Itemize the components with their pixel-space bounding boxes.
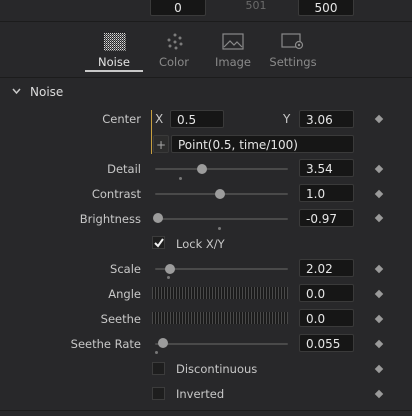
- contrast-keyframe-icon[interactable]: [374, 189, 384, 199]
- discontinuous-keyframe-icon[interactable]: [374, 364, 384, 374]
- detail-label: Detail: [107, 162, 141, 176]
- center-y-label: Y: [283, 112, 291, 126]
- noise-icon: [104, 33, 126, 51]
- tab-image[interactable]: Image: [204, 30, 262, 72]
- tab-noise[interactable]: Noise: [85, 30, 143, 72]
- detail-keyframe-icon[interactable]: [374, 164, 384, 174]
- detail-value-field[interactable]: 3.54: [299, 159, 354, 177]
- tab-image-label: Image: [214, 55, 252, 69]
- contrast-value-field[interactable]: 1.0: [299, 184, 354, 202]
- center-y-field[interactable]: 3.06: [299, 110, 354, 128]
- center-accent-bar: [151, 110, 152, 154]
- detail-slider-track[interactable]: [155, 168, 288, 170]
- brightness-slider-knob[interactable]: [153, 213, 163, 223]
- brightness-value-field[interactable]: -0.97: [299, 209, 354, 227]
- brightness-label: Brightness: [79, 212, 141, 226]
- seethe-rate-value-field[interactable]: 0.055: [299, 334, 354, 352]
- active-tab-underline: [85, 70, 143, 72]
- seethe-label: Seethe: [100, 312, 141, 326]
- inverted-checkbox[interactable]: [152, 387, 165, 400]
- divider-top: [0, 21, 412, 22]
- brightness-default-mark: [218, 227, 221, 230]
- brightness-slider-track[interactable]: [155, 218, 288, 220]
- image-icon: [222, 33, 244, 50]
- checkmark-icon: [154, 238, 164, 248]
- inverted-label: Inverted: [176, 387, 225, 401]
- angle-label: Angle: [108, 287, 141, 301]
- expression-field[interactable]: Point(0.5, time/100): [171, 135, 354, 153]
- angle-keyframe-icon[interactable]: [374, 289, 384, 299]
- seethe-rate-keyframe-icon[interactable]: [374, 339, 384, 349]
- scale-slider-knob[interactable]: [165, 264, 175, 274]
- expression-plus-button[interactable]: +: [153, 135, 169, 153]
- section-header-noise[interactable]: Noise: [0, 82, 412, 102]
- top-left-field[interactable]: 0: [150, 0, 206, 16]
- center-x-label: X: [155, 112, 164, 126]
- center-x-field[interactable]: 0.5: [170, 110, 224, 128]
- seethe-rate-default-mark: [155, 351, 158, 354]
- chevron-down-icon: [12, 88, 21, 95]
- contrast-slider-knob[interactable]: [215, 189, 225, 199]
- tab-color-label: Color: [158, 55, 190, 69]
- seethe-rate-slider-knob[interactable]: [158, 338, 168, 348]
- detail-default-mark: [179, 177, 182, 180]
- divider-bottom: [0, 410, 412, 411]
- scale-label: Scale: [110, 262, 141, 276]
- angle-value-field[interactable]: 0.0: [299, 284, 354, 302]
- seethe-keyframe-icon[interactable]: [374, 314, 384, 324]
- seethe-thumbwheel[interactable]: [152, 312, 288, 324]
- seethe-rate-label: Seethe Rate: [70, 337, 141, 351]
- color-dots-icon: [167, 33, 183, 50]
- angle-thumbwheel[interactable]: [152, 287, 288, 299]
- center-keyframe-icon[interactable]: [374, 114, 384, 124]
- tab-noise-label: Noise: [98, 55, 130, 69]
- tab-settings[interactable]: Settings: [264, 30, 322, 72]
- inverted-keyframe-icon[interactable]: [374, 389, 384, 399]
- center-label: Center: [102, 112, 141, 126]
- scale-default-mark: [167, 276, 170, 279]
- lock-xy-checkbox[interactable]: [152, 236, 165, 249]
- scale-value-field[interactable]: 2.02: [299, 259, 354, 277]
- top-right-field[interactable]: 500: [298, 0, 354, 16]
- lock-xy-label: Lock X/Y: [176, 237, 225, 251]
- contrast-label: Contrast: [91, 187, 141, 201]
- detail-slider-knob[interactable]: [197, 164, 207, 174]
- seethe-value-field[interactable]: 0.0: [299, 309, 354, 327]
- discontinuous-label: Discontinuous: [176, 362, 258, 376]
- tab-settings-label: Settings: [269, 55, 317, 69]
- top-middle-value: 501: [245, 0, 267, 12]
- section-title: Noise: [30, 85, 64, 99]
- scale-keyframe-icon[interactable]: [374, 264, 384, 274]
- tab-color[interactable]: Color: [145, 30, 203, 72]
- settings-icon: [281, 33, 304, 50]
- discontinuous-checkbox[interactable]: [152, 362, 165, 375]
- divider-tabs: [0, 77, 412, 78]
- brightness-keyframe-icon[interactable]: [374, 213, 384, 223]
- seethe-rate-slider-track[interactable]: [155, 343, 288, 345]
